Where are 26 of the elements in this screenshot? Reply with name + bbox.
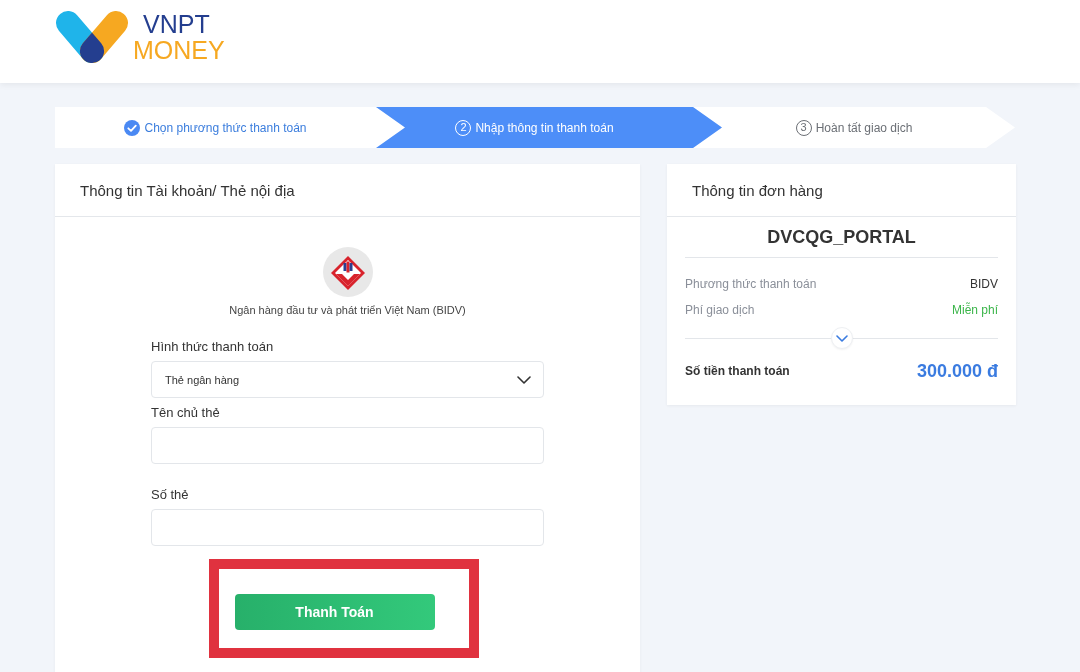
total-label: Số tiền thanh toán (685, 364, 790, 378)
field-label: Số thẻ (151, 487, 190, 503)
field-label: Hình thức thanh toán (151, 339, 275, 355)
step-label: Chọn phương thức thanh toán (144, 120, 307, 135)
row-value: Miễn phí (951, 302, 998, 318)
card-title: Thông tin Tài khoản/ Thẻ nội địa (80, 181, 295, 199)
chevron-down-icon (517, 375, 531, 384)
step-label: Hoàn tất giao dịch (815, 120, 913, 135)
row-label: Phương thức thanh toán (685, 276, 817, 292)
logo-icon (55, 10, 129, 64)
row-value: BIDV (970, 276, 998, 292)
expand-button[interactable] (830, 327, 853, 349)
bank-name: Ngân hàng đầu tư và phát triển Việt Nam (BIDV) (229, 303, 466, 317)
field-label: Tên chủ thẻ (151, 405, 221, 421)
total-amount: 300.000 đ (916, 360, 998, 382)
row-label: Phí giao dịch (685, 302, 755, 318)
logo-wordmark: VNPT MONEY (133, 11, 225, 63)
payment-method-select[interactable]: Thẻ ngân hàng (151, 361, 544, 398)
chevron-down-icon (835, 334, 848, 342)
input-field[interactable] (151, 427, 544, 464)
card-title: Thông tin đơn hàng (692, 181, 823, 199)
bank-logo (322, 247, 373, 297)
check-circle-icon (124, 119, 141, 136)
merchant-name: DVCQG_PORTAL (685, 217, 998, 258)
input-field[interactable] (151, 509, 544, 546)
step-label: Nhập thông tin thanh toán (475, 120, 614, 135)
